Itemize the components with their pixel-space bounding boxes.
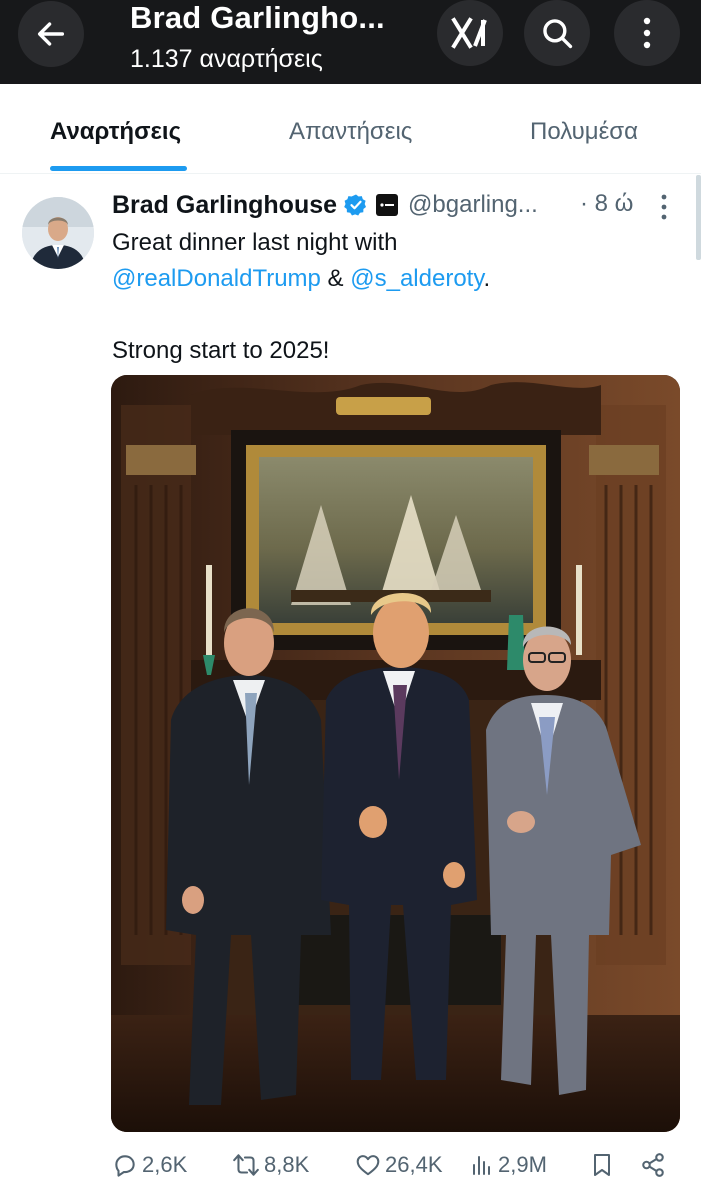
mention-link[interactable]: @s_alderoty xyxy=(350,265,483,292)
search-icon xyxy=(543,19,573,49)
active-tab-indicator xyxy=(50,166,187,171)
repost-count: 8,8K xyxy=(264,1152,310,1177)
top-bar: Brad Garlingho... 1.137 αναρτήσεις xyxy=(0,0,701,84)
post-text-line: Great dinner last night with xyxy=(112,229,398,256)
grok-button[interactable] xyxy=(437,0,503,66)
reply-button[interactable]: 2,6K xyxy=(112,1148,187,1182)
repost-icon xyxy=(233,1154,259,1176)
post-text: Great dinner last night with @realDonald… xyxy=(112,225,682,369)
ripple-logo-icon xyxy=(380,203,395,207)
like-button[interactable]: 26,4K xyxy=(355,1148,443,1182)
post-time[interactable]: · 8 ώ xyxy=(580,190,633,218)
xai-logo-icon xyxy=(451,17,487,49)
profile-title: Brad Garlingho... xyxy=(130,0,385,35)
photo-image xyxy=(111,375,680,1132)
affiliation-badge-icon[interactable] xyxy=(376,194,399,216)
views-icon xyxy=(473,1156,490,1175)
avatar-image xyxy=(22,197,94,269)
post-header: Brad Garlinghouse @bgarling... xyxy=(112,188,538,222)
share-button[interactable] xyxy=(640,1148,670,1182)
views-button[interactable]: 2,9M xyxy=(470,1148,547,1182)
scrollbar[interactable] xyxy=(696,175,701,260)
search-button[interactable] xyxy=(524,0,590,66)
tab-media[interactable]: Πολυμέσα xyxy=(530,118,638,146)
text-fragment: & xyxy=(320,265,351,292)
arrow-left-icon xyxy=(37,22,65,46)
verified-badge-icon[interactable] xyxy=(344,193,368,217)
profile-tabs: Αναρτήσεις Απαντήσεις Πολυμέσα xyxy=(0,84,701,174)
author-name[interactable]: Brad Garlinghouse xyxy=(112,191,337,220)
avatar[interactable] xyxy=(22,197,94,269)
post-more-icon[interactable] xyxy=(656,193,672,221)
post-photo[interactable] xyxy=(111,375,680,1132)
share-icon xyxy=(642,1153,664,1177)
tab-posts[interactable]: Αναρτήσεις xyxy=(50,118,181,146)
post-text-line: Strong start to 2025! xyxy=(112,337,330,364)
post-actions: 2,6K 8,8K 26,4K 2,9M xyxy=(112,1148,672,1188)
repost-button[interactable]: 8,8K xyxy=(232,1148,309,1182)
mention-link[interactable]: @realDonaldTrump xyxy=(112,265,321,292)
back-button[interactable] xyxy=(18,1,84,67)
tab-replies[interactable]: Απαντήσεις xyxy=(289,118,412,146)
views-count: 2,9M xyxy=(498,1152,547,1177)
like-count: 26,4K xyxy=(385,1152,443,1177)
more-vertical-icon xyxy=(643,17,651,49)
heart-icon xyxy=(356,1155,380,1176)
more-options-button[interactable] xyxy=(614,0,680,66)
bookmark-icon xyxy=(594,1154,610,1176)
post-count: 1.137 αναρτήσεις xyxy=(130,45,323,73)
text-fragment: . xyxy=(483,265,491,292)
bookmark-button[interactable] xyxy=(590,1148,618,1182)
post[interactable]: Brad Garlinghouse @bgarling... · 8 ώ Gre… xyxy=(0,175,701,1200)
author-handle[interactable]: @bgarling... xyxy=(408,191,538,219)
reply-icon xyxy=(115,1155,135,1177)
post-text-line: @realDonaldTrump & @s_alderoty. xyxy=(112,261,682,297)
reply-count: 2,6K xyxy=(142,1152,188,1177)
